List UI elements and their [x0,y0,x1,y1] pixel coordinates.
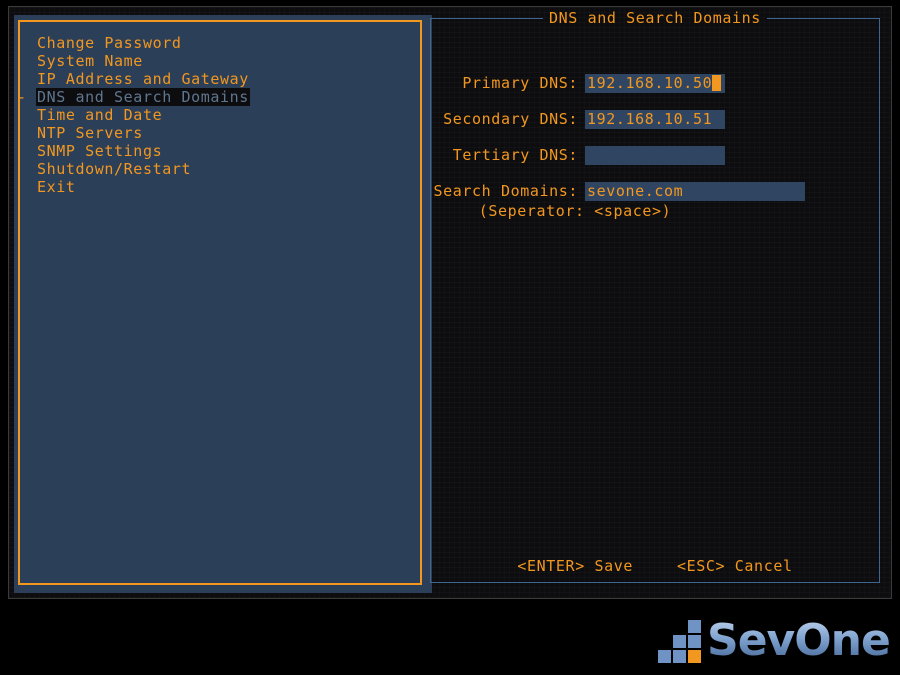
menu-panel: Change Password System Name IP Address and… [17,20,422,585]
action-label: Save [594,557,633,575]
menu-item-label: Shutdown/Restart [37,160,192,178]
field-input-secondary-dns[interactable]: 192.168.10.51 [585,110,725,129]
action-save[interactable]: <ENTER> Save [517,557,633,575]
field-input-search-domains[interactable]: sevone.com [585,182,805,201]
text-cursor [712,75,722,91]
form-row-primary-dns: Primary DNS: 192.168.10.50 [430,72,880,94]
menu-item-dns-and-search-domains[interactable]: - DNS and Search Domains [17,88,420,106]
menu-item-exit[interactable]: Exit [20,178,420,196]
dns-form-panel: DNS and Search Domains Primary DNS: 192.1… [430,9,880,583]
panel-title: DNS and Search Domains [549,9,761,27]
field-label-search-domains: Search Domains: [433,182,578,200]
field-input-tertiary-dns[interactable] [585,146,725,165]
menu-item-time-and-date[interactable]: Time and Date [20,106,420,124]
field-label-tertiary-dns: Tertiary DNS: [452,146,578,164]
form-row-search-domains: Search Domains: sevone.com (Seperator: <sp… [430,180,880,220]
form-fields: Primary DNS: 192.168.10.50 Secondary DNS: 1… [430,72,880,220]
menu-item-label: DNS and Search Domains [36,88,250,106]
menu-item-label: Exit [37,178,76,196]
menu-item-label: Change Password [37,34,182,52]
menu-item-system-name[interactable]: System Name [20,52,420,70]
field-value-primary-dns: 192.168.10.50 [587,74,713,92]
menu-selection-marker: - [17,88,27,106]
sevone-logo-text: SevOne [707,615,891,666]
panel-border-bottom [430,582,880,583]
search-domains-hint: (Seperator: <space>) [478,202,672,220]
menu-item-change-password[interactable]: Change Password [20,34,420,52]
action-label: Cancel [734,557,793,575]
field-value-search-domains: sevone.com [587,182,684,200]
field-input-primary-dns[interactable]: 192.168.10.50 [585,74,725,93]
action-key: <ENTER> [517,557,585,575]
menu-item-ip-address-and-gateway[interactable]: IP Address and Gateway [20,70,420,88]
menu-item-label: System Name [37,52,143,70]
form-row-secondary-dns: Secondary DNS: 192.168.10.51 [430,108,880,130]
sevone-logo-mark-icon [658,620,704,664]
form-actions: <ENTER> Save <ESC> Cancel [430,557,880,575]
menu-item-ntp-servers[interactable]: NTP Servers [20,124,420,142]
menu-item-label: SNMP Settings [37,142,163,160]
menu-list: Change Password System Name IP Address and… [17,34,420,196]
menu-item-label: Time and Date [37,106,163,124]
action-key: <ESC> [677,557,726,575]
console-screen: Change Password System Name IP Address and… [0,0,900,675]
menu-item-label: IP Address and Gateway [37,70,249,88]
field-label-secondary-dns: Secondary DNS: [443,110,578,128]
sevone-logo: SevOne [655,615,891,668]
form-row-tertiary-dns: Tertiary DNS: [430,144,880,166]
field-label-primary-dns: Primary DNS: [462,74,578,92]
menu-item-shutdown-restart[interactable]: Shutdown/Restart [20,160,420,178]
field-value-secondary-dns: 192.168.10.51 [587,110,713,128]
action-cancel[interactable]: <ESC> Cancel [677,557,793,575]
menu-item-label: NTP Servers [37,124,143,142]
menu-item-snmp-settings[interactable]: SNMP Settings [20,142,420,160]
